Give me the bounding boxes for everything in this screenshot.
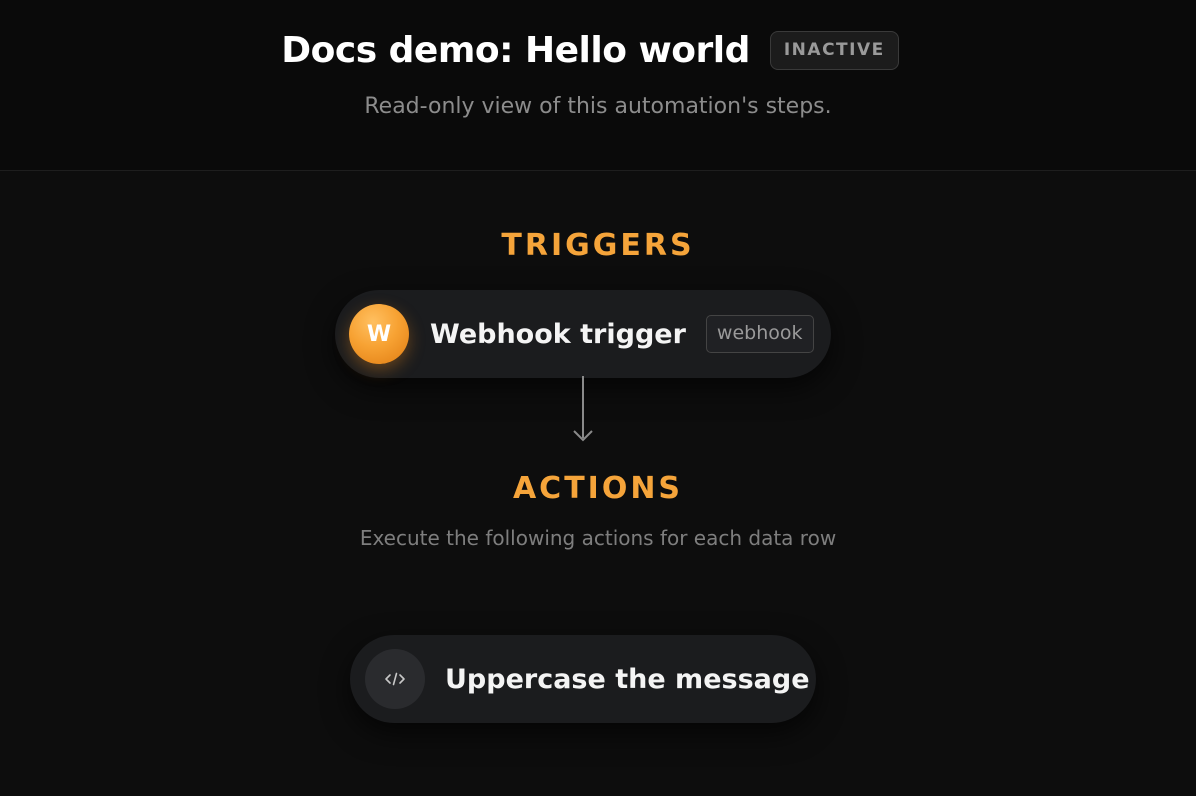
- code-icon: [365, 649, 425, 709]
- automation-view: Docs demo: Hello world INACTIVE Read-onl…: [0, 0, 1196, 796]
- connector-arrow-icon: [573, 376, 593, 442]
- page-header: Docs demo: Hello world INACTIVE Read-onl…: [0, 0, 1196, 171]
- trigger-avatar-letter: W: [366, 321, 392, 347]
- page-subtitle: Read-only view of this automation's step…: [364, 94, 832, 119]
- action-title: Uppercase the message: [445, 663, 810, 695]
- trigger-node-webhook[interactable]: W Webhook trigger webhook: [335, 290, 831, 378]
- status-badge: INACTIVE: [769, 31, 899, 70]
- trigger-avatar: W: [349, 304, 409, 364]
- trigger-title: Webhook trigger: [430, 318, 686, 350]
- actions-description: Execute the following actions for each d…: [359, 526, 837, 550]
- triggers-heading: TRIGGERS: [501, 228, 695, 263]
- title-row: Docs demo: Hello world INACTIVE: [0, 30, 1196, 71]
- actions-heading: ACTIONS: [512, 471, 684, 506]
- trigger-type-tag: webhook: [705, 315, 814, 353]
- action-node-uppercase[interactable]: Uppercase the message: [350, 635, 816, 723]
- page-title: Docs demo: Hello world: [281, 30, 750, 71]
